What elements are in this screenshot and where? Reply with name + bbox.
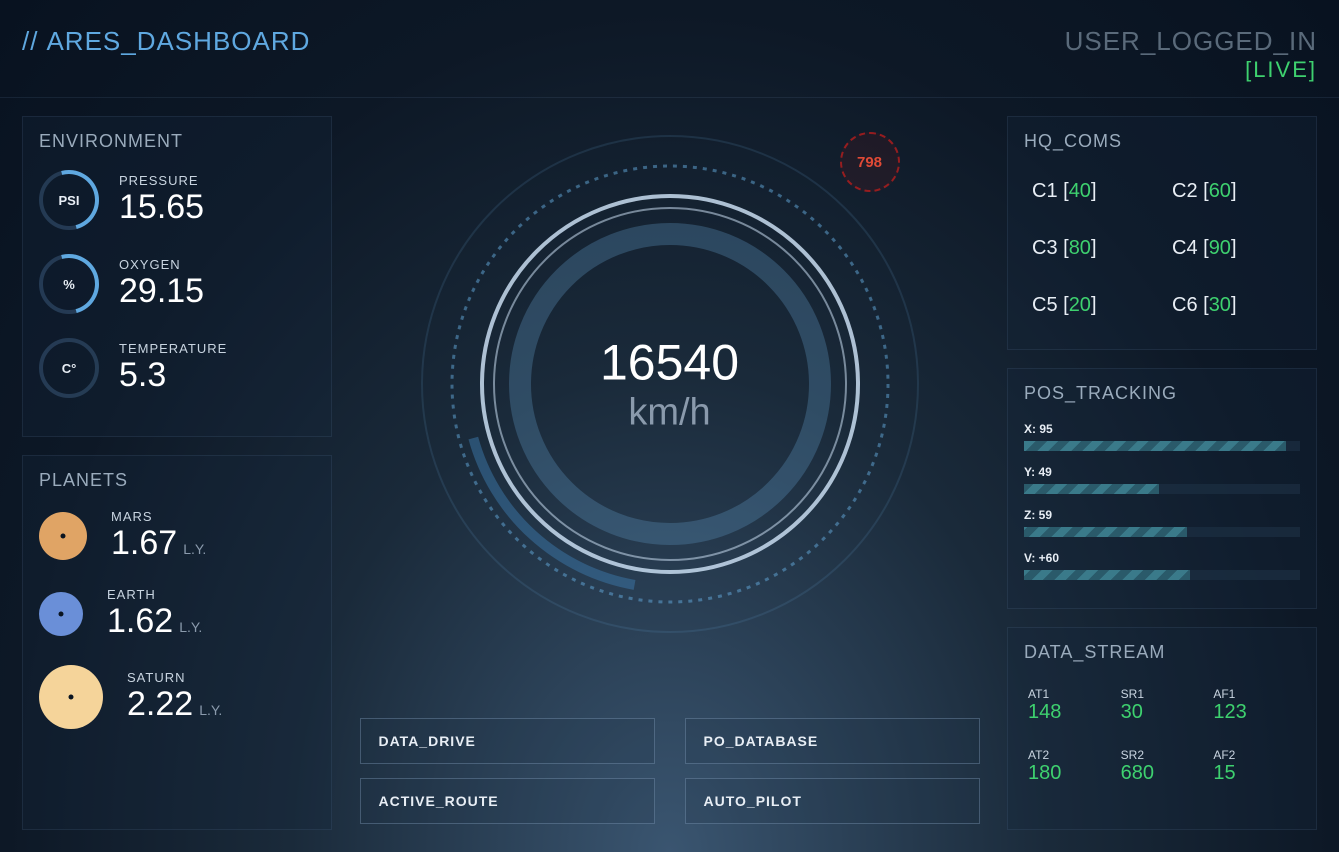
- tracking-label: Z: 59: [1024, 508, 1300, 522]
- ds-label: AT2: [1028, 748, 1111, 762]
- speed-gauge: 16540 km/h 798: [410, 124, 930, 644]
- auto-pilot-button[interactable]: AUTO_PILOT: [685, 778, 980, 824]
- ds-label: AF2: [1213, 748, 1296, 762]
- header-title-group: // ARES_DASHBOARD: [22, 26, 310, 57]
- ds-value: 148: [1028, 701, 1111, 724]
- com-channel: C4 [90]: [1172, 237, 1292, 260]
- tracking-row: V: +60: [1024, 551, 1300, 580]
- environment-title: ENVIRONMENT: [39, 131, 315, 152]
- po-database-button[interactable]: PO_DATABASE: [685, 718, 980, 764]
- planet-label: SATURN: [127, 670, 222, 685]
- speed-unit: km/h: [600, 392, 739, 435]
- hq-coms-title: HQ_COMS: [1024, 131, 1300, 152]
- tracking-row: Y: 49: [1024, 465, 1300, 494]
- page-title: ARES_DASHBOARD: [46, 26, 310, 57]
- planet-label: EARTH: [107, 587, 202, 602]
- ds-label: AF1: [1213, 687, 1296, 701]
- environment-row: % OXYGEN 29.15: [39, 254, 315, 314]
- planet-row: SATURN 2.22 L.Y.: [39, 665, 315, 729]
- planet-icon: [39, 592, 83, 636]
- data-stream-item: SR2 680: [1121, 748, 1204, 785]
- action-buttons: DATA_DRIVE PO_DATABASE ACTIVE_ROUTE AUTO_PI…: [360, 718, 980, 824]
- header: // ARES_DASHBOARD USER_LOGGED_IN [LIVE]: [0, 0, 1339, 98]
- planet-icon: [39, 512, 87, 560]
- env-label: TEMPERATURE: [119, 341, 227, 356]
- com-channel: C2 [60]: [1172, 180, 1292, 203]
- data-stream-title: DATA_STREAM: [1024, 642, 1300, 663]
- data-stream-panel: DATA_STREAM AT1 148SR1 30AF1 123AT2 180S…: [1007, 627, 1317, 830]
- planet-icon: [39, 665, 103, 729]
- user-label: USER_LOGGED_IN: [1065, 26, 1317, 57]
- ds-value: 15: [1213, 762, 1296, 785]
- ds-value: 123: [1213, 701, 1296, 724]
- env-value: 29.15: [119, 272, 204, 311]
- planet-unit: L.Y.: [199, 702, 222, 718]
- right-column: HQ_COMS C1 [40] C2 [60] C3 [80] C4 [90] C5 […: [1007, 116, 1317, 830]
- com-channel: C5 [20]: [1032, 294, 1152, 317]
- ds-value: 30: [1121, 701, 1204, 724]
- planet-row: EARTH 1.62 L.Y.: [39, 587, 315, 641]
- gauge-ring-icon: %: [39, 254, 99, 314]
- environment-row: C° TEMPERATURE 5.3: [39, 338, 315, 398]
- env-value: 15.65: [119, 188, 204, 227]
- gauge-ring-icon: C°: [39, 338, 99, 398]
- ds-value: 680: [1121, 762, 1204, 785]
- tracking-row: X: 95: [1024, 422, 1300, 451]
- left-column: ENVIRONMENT PSI PRESSURE 15.65 % OXYGEN …: [22, 116, 332, 830]
- alert-badge[interactable]: 798: [840, 132, 900, 192]
- ds-label: SR2: [1121, 748, 1204, 762]
- env-value: 5.3: [119, 356, 227, 395]
- ds-label: SR1: [1121, 687, 1204, 701]
- planet-value: 1.62: [107, 602, 173, 641]
- data-stream-item: AT1 148: [1028, 687, 1111, 724]
- com-channel: C3 [80]: [1032, 237, 1152, 260]
- live-indicator: [LIVE]: [1065, 57, 1317, 83]
- gauge-ring-icon: PSI: [39, 170, 99, 230]
- data-stream-item: AF2 15: [1213, 748, 1296, 785]
- tracking-label: Y: 49: [1024, 465, 1300, 479]
- planet-unit: L.Y.: [179, 619, 202, 635]
- env-label: PRESSURE: [119, 173, 204, 188]
- planet-label: MARS: [111, 509, 206, 524]
- data-drive-button[interactable]: DATA_DRIVE: [360, 718, 655, 764]
- title-slashes: //: [22, 26, 38, 57]
- ds-value: 180: [1028, 762, 1111, 785]
- com-channel: C6 [30]: [1172, 294, 1292, 317]
- pos-tracking-panel: POS_TRACKING X: 95 Y: 49 Z: 59 V: +60: [1007, 368, 1317, 609]
- environment-panel: ENVIRONMENT PSI PRESSURE 15.65 % OXYGEN …: [22, 116, 332, 437]
- planet-value: 2.22: [127, 685, 193, 724]
- center-column: 16540 km/h 798 DATA_DRIVE PO_DATABASE ACTI…: [350, 116, 989, 830]
- planet-value: 1.67: [111, 524, 177, 563]
- ds-label: AT1: [1028, 687, 1111, 701]
- com-channel: C1 [40]: [1032, 180, 1152, 203]
- data-stream-item: SR1 30: [1121, 687, 1204, 724]
- hq-coms-panel: HQ_COMS C1 [40] C2 [60] C3 [80] C4 [90] C5 […: [1007, 116, 1317, 350]
- data-stream-item: AF1 123: [1213, 687, 1296, 724]
- tracking-bar: [1024, 441, 1300, 451]
- planet-unit: L.Y.: [183, 541, 206, 557]
- speed-value: 16540: [600, 334, 739, 392]
- data-stream-item: AT2 180: [1028, 748, 1111, 785]
- tracking-bar: [1024, 570, 1300, 580]
- tracking-row: Z: 59: [1024, 508, 1300, 537]
- header-status: USER_LOGGED_IN [LIVE]: [1065, 26, 1317, 83]
- tracking-label: V: +60: [1024, 551, 1300, 565]
- tracking-bar: [1024, 484, 1300, 494]
- planets-panel: PLANETS MARS 1.67 L.Y. EARTH 1.62 L.Y. SAT…: [22, 455, 332, 830]
- environment-row: PSI PRESSURE 15.65: [39, 170, 315, 230]
- planet-row: MARS 1.67 L.Y.: [39, 509, 315, 563]
- tracking-label: X: 95: [1024, 422, 1300, 436]
- active-route-button[interactable]: ACTIVE_ROUTE: [360, 778, 655, 824]
- env-label: OXYGEN: [119, 257, 204, 272]
- planets-title: PLANETS: [39, 470, 315, 491]
- pos-tracking-title: POS_TRACKING: [1024, 383, 1300, 404]
- tracking-bar: [1024, 527, 1300, 537]
